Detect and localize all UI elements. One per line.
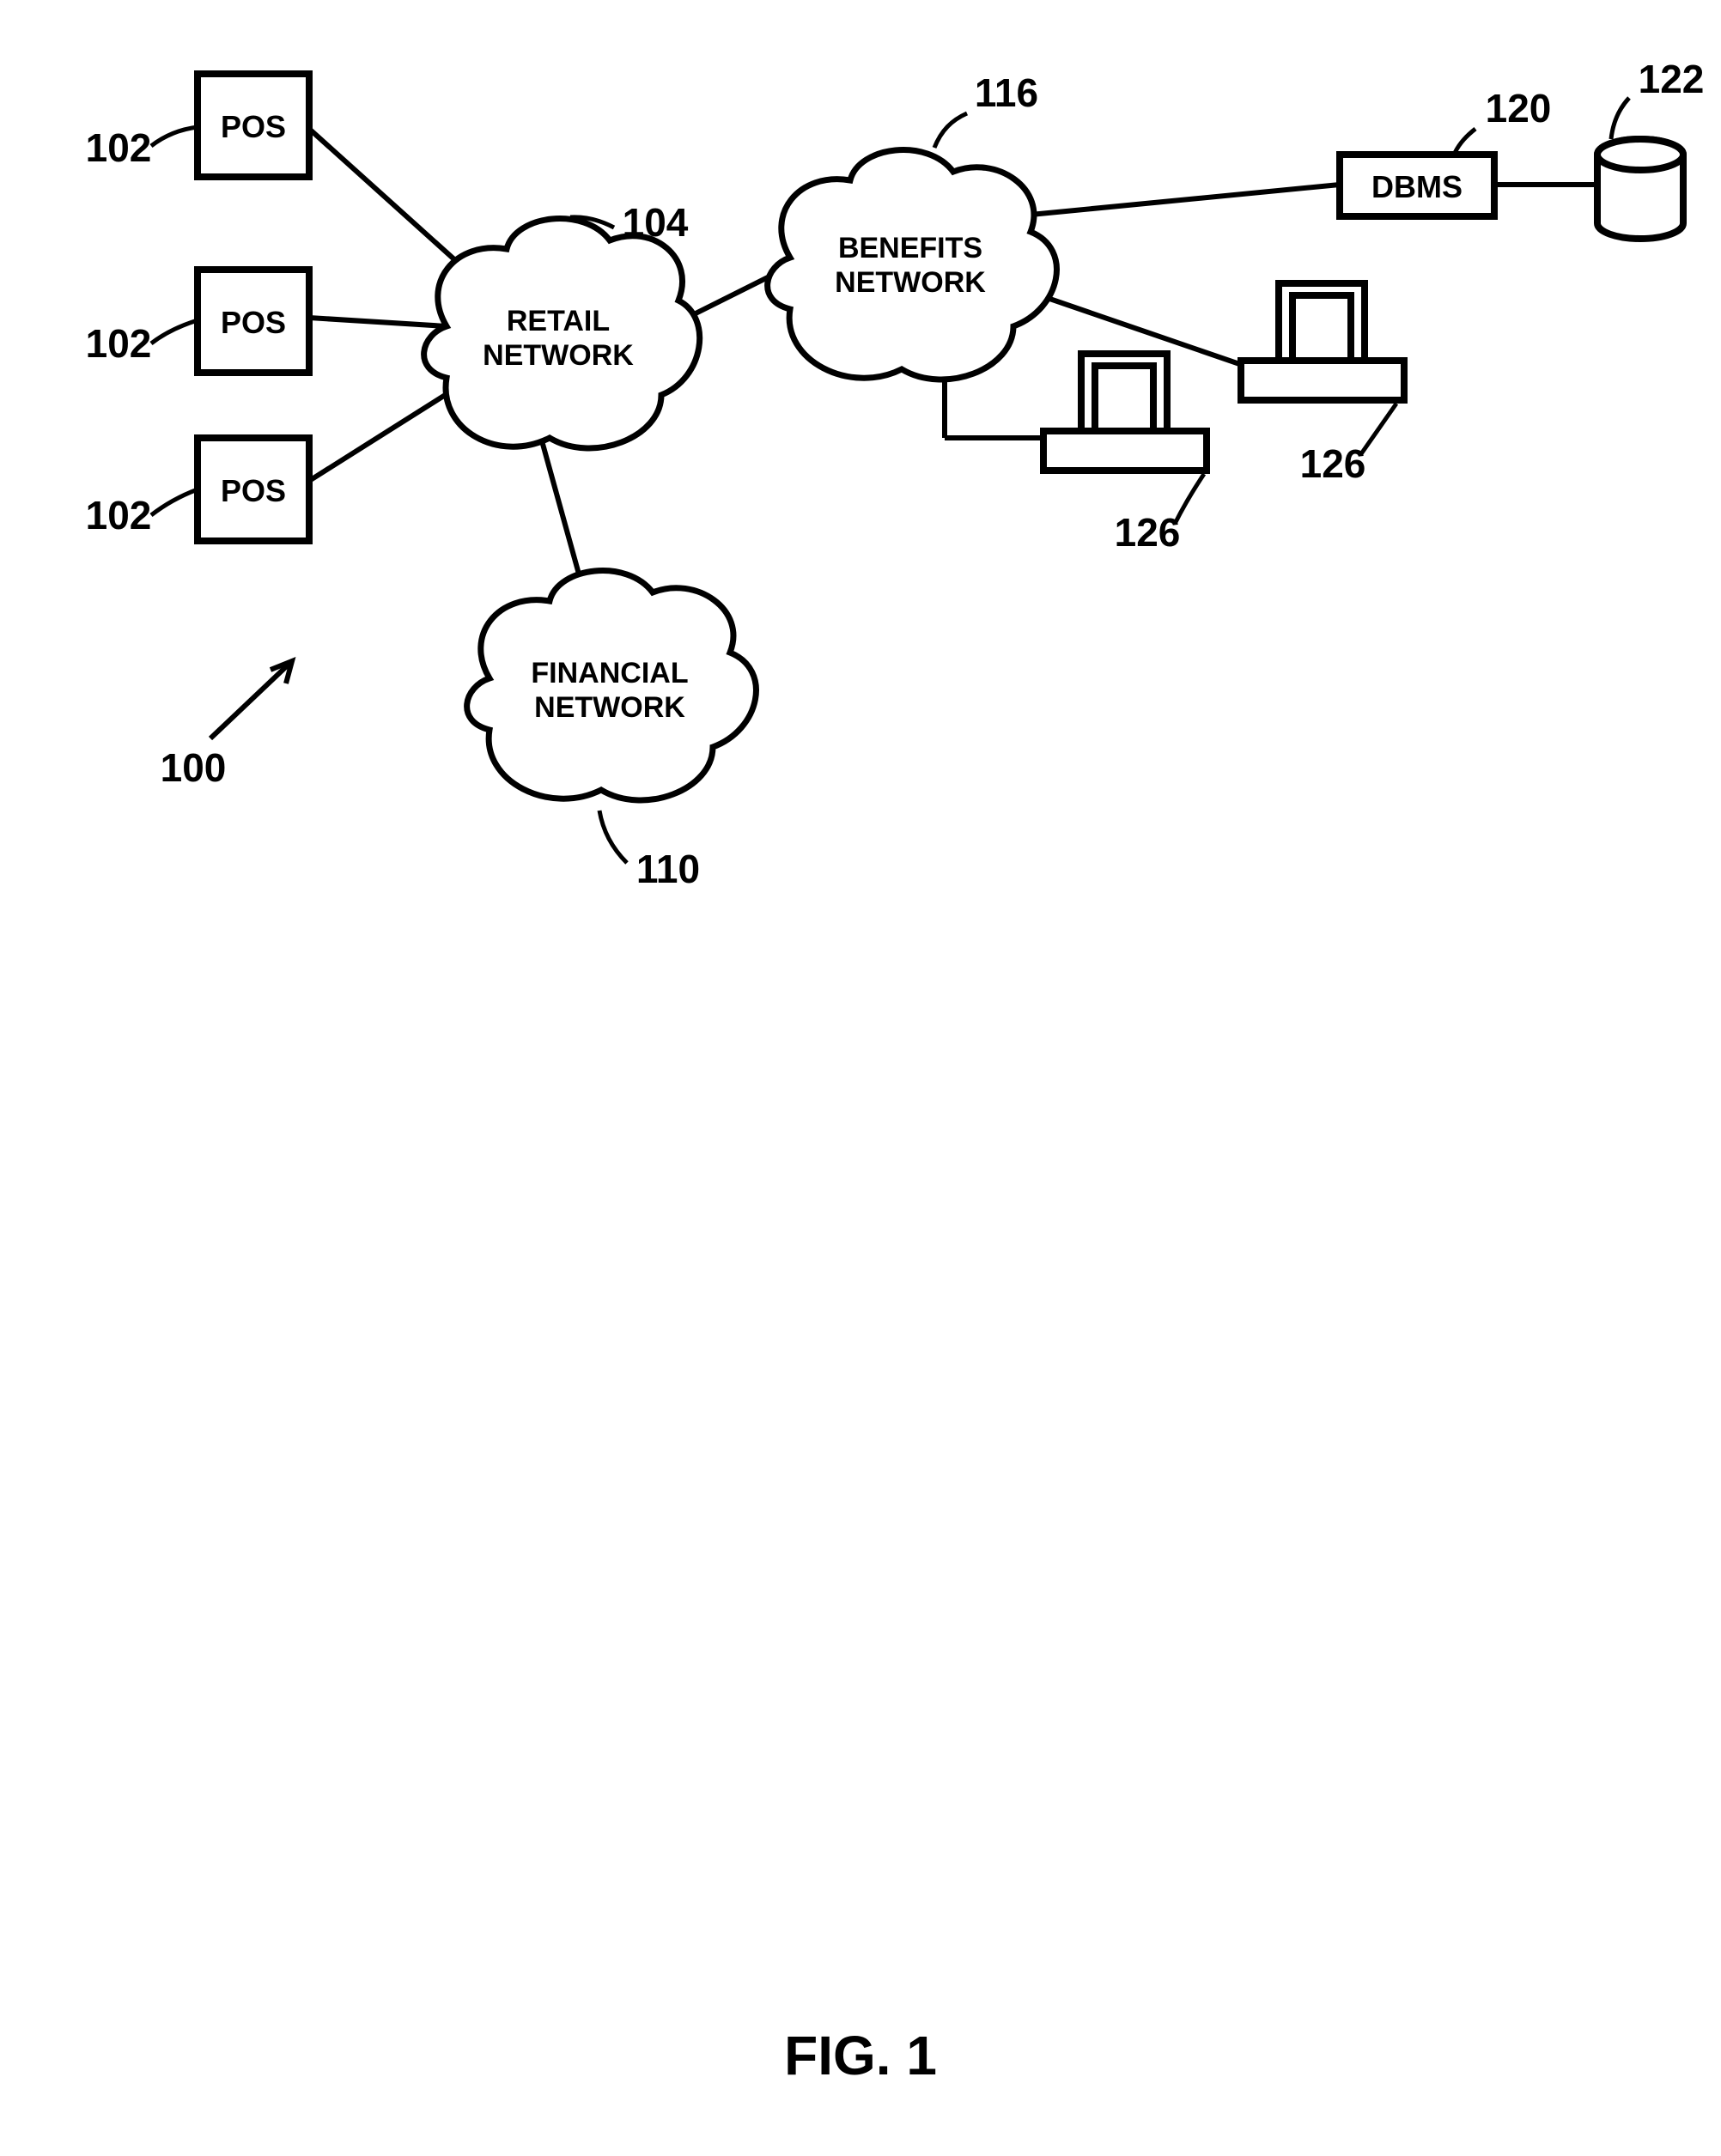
diagram-ref-arrow: [210, 661, 292, 738]
figure-caption: FIG. 1: [0, 2024, 1721, 2087]
ref-100: 100: [161, 745, 227, 790]
ref-122: 122: [1639, 57, 1705, 101]
ref-120: 120: [1486, 86, 1552, 131]
benefits-label-line1: BENEFITS: [838, 232, 982, 264]
terminal-1: [1043, 354, 1207, 471]
ref-104: 104: [623, 200, 689, 245]
financial-label-line1: FINANCIAL: [531, 657, 688, 689]
pos-box-3: POS: [198, 438, 309, 541]
ref-102-c: 102: [86, 493, 152, 537]
financial-label-line2: NETWORK: [534, 691, 685, 724]
benefits-network-cloud: BENEFITS NETWORK: [768, 150, 1057, 380]
dbms-label: DBMS: [1371, 169, 1463, 204]
diagram-page: POS POS POS RETAIL NETWORK FINANCIAL NET…: [0, 0, 1721, 2156]
ref-126-b: 126: [1300, 441, 1366, 486]
database-cylinder: [1597, 139, 1683, 239]
financial-network-cloud: FINANCIAL NETWORK: [467, 571, 757, 800]
diagram-svg: POS POS POS RETAIL NETWORK FINANCIAL NET…: [0, 0, 1721, 1116]
ref-102-b: 102: [86, 321, 152, 366]
ref-110: 110: [636, 847, 700, 891]
pos-label-3: POS: [221, 473, 286, 508]
dbms-box: DBMS: [1340, 155, 1494, 216]
pos-label-1: POS: [221, 109, 286, 144]
ref-116: 116: [975, 70, 1038, 115]
benefits-label-line2: NETWORK: [835, 266, 986, 299]
pos-box-2: POS: [198, 270, 309, 373]
pos-box-1: POS: [198, 74, 309, 177]
ref-102-a: 102: [86, 125, 152, 170]
terminal-2: [1241, 283, 1404, 400]
ref-126-a: 126: [1115, 510, 1181, 555]
retail-label-line1: RETAIL: [507, 305, 610, 337]
retail-network-cloud: RETAIL NETWORK: [424, 219, 700, 448]
retail-label-line2: NETWORK: [483, 339, 634, 372]
pos-label-2: POS: [221, 305, 286, 340]
